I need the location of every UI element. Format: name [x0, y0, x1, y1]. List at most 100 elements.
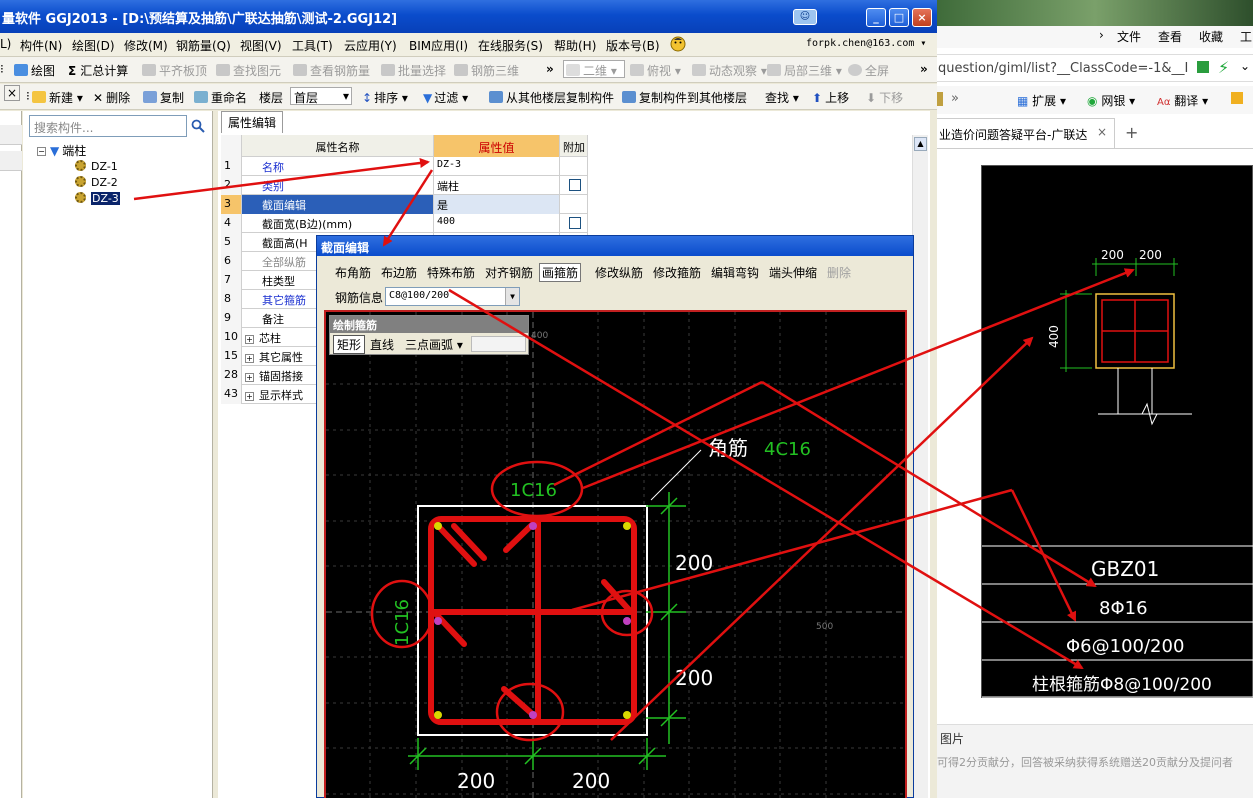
- copy-from-other-floor-button[interactable]: 从其他楼层复制构件: [489, 89, 614, 106]
- search-icon[interactable]: [191, 119, 205, 133]
- delete-button[interactable]: 删除: [827, 264, 851, 281]
- top-view-button[interactable]: 俯视 ▾: [630, 62, 681, 79]
- table-row[interactable]: 4 截面宽(B边)(mm) 400: [221, 214, 588, 233]
- fav-netbank[interactable]: ◉ 网银 ▾: [1087, 92, 1135, 109]
- filter-button[interactable]: ▼ 过滤 ▾: [423, 89, 468, 106]
- dock-tab[interactable]: [0, 151, 22, 171]
- fav-overflow[interactable]: »: [951, 91, 959, 106]
- draw-stirrup-button[interactable]: 画箍筋: [539, 263, 582, 282]
- screenshot-icon[interactable]: [1231, 92, 1243, 104]
- move-down-button[interactable]: ⬇ 下移: [866, 89, 903, 106]
- toolbar-overflow-1[interactable]: »: [546, 62, 554, 76]
- property-value[interactable]: 400: [434, 214, 560, 233]
- address-url[interactable]: question/giml/list?__ClassCode=-1&__I: [938, 61, 1188, 76]
- new-button[interactable]: 新建 ▾: [32, 89, 83, 106]
- account-email[interactable]: forpk.chen@163.com ▾: [806, 38, 926, 49]
- partial-3d-button[interactable]: 局部三维 ▾: [767, 62, 842, 79]
- tree-item-dz-2[interactable]: DZ-2: [75, 176, 118, 189]
- component-search-input[interactable]: 搜索构件...: [29, 115, 187, 137]
- line-mode-button[interactable]: 直线: [370, 336, 394, 353]
- menu-item-tools[interactable]: 工具(T): [292, 37, 333, 54]
- browser-tab[interactable]: 业造价问题答疑平台-广联达 ×: [937, 118, 1115, 148]
- rectangle-mode-button[interactable]: 矩形: [333, 335, 366, 354]
- view-rebar-qty-button[interactable]: 查看钢筋量: [293, 62, 370, 79]
- scroll-up-icon[interactable]: ▲: [914, 137, 927, 151]
- chevron-down-icon[interactable]: ⌄: [1240, 59, 1250, 73]
- expand-icon[interactable]: +: [245, 335, 254, 344]
- floor-select[interactable]: 首层 ▾: [290, 87, 352, 105]
- close-button[interactable]: ×: [912, 8, 932, 27]
- fullscreen-button[interactable]: 全屏: [848, 62, 889, 79]
- table-row[interactable]: 3 截面编辑是: [221, 195, 588, 214]
- fav-translate[interactable]: Aα 翻译 ▾: [1157, 92, 1208, 109]
- tree-item-dz-1[interactable]: DZ-1: [75, 160, 118, 173]
- section-canvas[interactable]: 400 500 角筋 4C16 1C16 1C16 200 200 200 20…: [324, 310, 907, 798]
- browser-menu-favorites[interactable]: 收藏: [1199, 28, 1223, 45]
- tree-root-end-column[interactable]: − ▼ 端柱: [37, 142, 86, 159]
- menu-item-bim[interactable]: BIM应用(I): [409, 37, 468, 54]
- tab-title[interactable]: 业造价问题答疑平台-广联达: [939, 126, 1087, 143]
- panel-close-icon[interactable]: ×: [4, 85, 20, 101]
- browser-menu-chevron[interactable]: ›: [1099, 28, 1104, 42]
- minimize-button[interactable]: _: [866, 8, 886, 27]
- menu-item-cloud[interactable]: 云应用(Y): [344, 37, 397, 54]
- view-mode-select[interactable]: 二维 ▾: [563, 60, 625, 78]
- browser-menu-view[interactable]: 查看: [1158, 28, 1182, 45]
- attach-checkbox[interactable]: [569, 217, 581, 229]
- rebar-info-select[interactable]: C8@100/200 ▼: [385, 287, 520, 306]
- property-value[interactable]: DZ-3: [434, 157, 560, 176]
- rebar-3d-button[interactable]: 钢筋三维: [454, 62, 519, 79]
- menu-item-component[interactable]: 构件(N): [20, 37, 62, 54]
- summary-calc-button[interactable]: Σ 汇总计算: [68, 62, 128, 79]
- place-corner-rebar-button[interactable]: 布角筋: [335, 264, 371, 281]
- expand-icon[interactable]: +: [245, 373, 254, 382]
- tree-item-dz-3[interactable]: DZ-3: [75, 192, 120, 205]
- column-detail-drawing[interactable]: 200 200 400 GBZ01 8Φ16 Φ6@100/200 柱根箍筋Φ8…: [981, 165, 1253, 698]
- property-value[interactable]: 是: [434, 195, 560, 214]
- lightning-icon[interactable]: ⚡: [1218, 58, 1229, 77]
- toolbar-overflow-2[interactable]: »: [920, 62, 928, 76]
- menu-item-view[interactable]: 视图(V): [240, 37, 282, 54]
- dock-tab[interactable]: [0, 125, 22, 145]
- maximize-button[interactable]: □: [889, 8, 909, 27]
- side-rebar[interactable]: [529, 522, 537, 530]
- align-rebar-button[interactable]: 对齐钢筋: [485, 264, 533, 281]
- place-side-rebar-button[interactable]: 布边筋: [381, 264, 417, 281]
- draw-option-select[interactable]: [471, 336, 526, 352]
- move-up-button[interactable]: ⬆ 上移: [812, 89, 849, 106]
- table-row[interactable]: 1 名称 DZ-3: [221, 157, 588, 176]
- help-robot-icon[interactable]: ☺: [793, 9, 817, 25]
- menu-item-version[interactable]: 版本号(B): [606, 37, 660, 54]
- sort-button[interactable]: ↕ 排序 ▾: [362, 89, 408, 106]
- delete-button[interactable]: ✕ 删除: [93, 89, 130, 106]
- end-stretch-button[interactable]: 端头伸缩: [769, 264, 817, 281]
- attach-checkbox[interactable]: [569, 179, 581, 191]
- side-rebar[interactable]: [434, 617, 442, 625]
- menu-item-rebar-qty[interactable]: 钢筋量(Q): [176, 37, 231, 54]
- qr-icon[interactable]: [1197, 61, 1209, 73]
- tab-close-icon[interactable]: ×: [1097, 125, 1107, 139]
- corner-rebar[interactable]: [623, 522, 631, 530]
- expand-icon[interactable]: +: [245, 392, 254, 401]
- batch-select-button[interactable]: 批量选择: [381, 62, 446, 79]
- menu-item-draw[interactable]: 绘图(D): [72, 37, 115, 54]
- browser-menu-tools[interactable]: 工: [1240, 28, 1252, 45]
- edit-hook-button[interactable]: 编辑弯钩: [711, 264, 759, 281]
- chevron-down-icon[interactable]: ▼: [505, 288, 519, 305]
- property-scrollbar[interactable]: ▲: [912, 135, 928, 798]
- new-tab-button[interactable]: +: [1125, 123, 1138, 142]
- menu-item-modify[interactable]: 修改(M): [124, 37, 168, 54]
- draw-button[interactable]: 绘图: [14, 62, 55, 79]
- corner-rebar[interactable]: [434, 522, 442, 530]
- rename-button[interactable]: 重命名: [194, 89, 247, 106]
- corner-rebar[interactable]: [434, 711, 442, 719]
- find-element-button[interactable]: 查找图元: [216, 62, 281, 79]
- property-value[interactable]: 端柱: [434, 176, 560, 195]
- browser-menu-file[interactable]: 文件: [1117, 28, 1141, 45]
- align-slab-top-button[interactable]: 平齐板顶: [142, 62, 207, 79]
- expand-icon[interactable]: +: [245, 354, 254, 363]
- tab-property-edit[interactable]: 属性编辑: [221, 111, 284, 133]
- copy-button[interactable]: 复制: [143, 89, 184, 106]
- menu-item-help[interactable]: 帮助(H): [554, 37, 596, 54]
- menu-item-online[interactable]: 在线服务(S): [478, 37, 543, 54]
